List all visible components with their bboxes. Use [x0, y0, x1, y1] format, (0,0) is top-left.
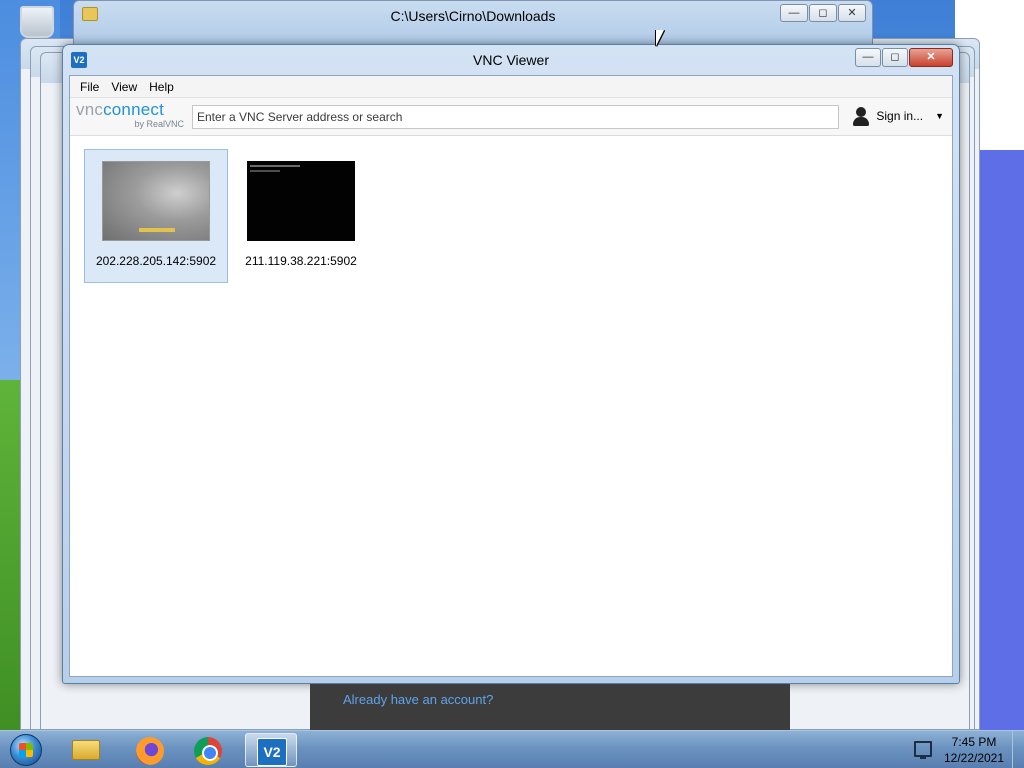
maximize-button[interactable]: ◻: [882, 48, 908, 67]
connection-address: 202.228.205.142:5902: [95, 254, 217, 268]
mouse-cursor-icon: [656, 30, 664, 46]
menu-file[interactable]: File: [74, 80, 105, 94]
logo-vnc-text: vnc: [76, 100, 104, 119]
chevron-down-icon[interactable]: ▼: [935, 111, 944, 121]
clock-time: 7:45 PM: [951, 735, 997, 749]
sign-in-label: Sign in...: [876, 109, 924, 123]
taskbar-firefox-button[interactable]: [124, 733, 176, 767]
connection-address: 211.119.38.221:5902: [245, 254, 357, 268]
connection-tile[interactable]: 202.228.205.142:5902: [84, 149, 228, 283]
explorer-window-title: C:\Users\Cirno\Downloads: [390, 8, 556, 24]
server-address-search-input[interactable]: [192, 105, 839, 129]
close-button[interactable]: ✕: [838, 4, 866, 22]
chrome-icon: [194, 737, 222, 765]
taskbar-chrome-button[interactable]: [182, 733, 234, 767]
clock-date: 12/22/2021: [943, 751, 1005, 765]
vnc-titlebar[interactable]: V2 VNC Viewer — ◻ ✕: [63, 45, 959, 75]
firefox-icon: [136, 737, 164, 765]
vnc-window-title: VNC Viewer: [473, 52, 549, 68]
explorer-window-controls: — ◻ ✕: [780, 4, 866, 22]
system-clock[interactable]: 7:45 PM 12/22/2021: [938, 734, 1010, 766]
vnc-client-area: File View Help vncconnect by RealVNC Sig…: [69, 75, 953, 677]
logo-byline: by RealVNC: [134, 119, 184, 129]
connection-thumbnail: [247, 161, 355, 241]
connection-thumbnail: [102, 161, 210, 241]
recycle-bin-icon[interactable]: [20, 6, 54, 38]
folder-icon: [72, 740, 100, 760]
connection-tile[interactable]: 211.119.38.221:5902: [229, 149, 373, 283]
network-icon[interactable]: [914, 741, 932, 759]
vnc-viewer-window: V2 VNC Viewer — ◻ ✕ File View Help vncco…: [62, 44, 960, 684]
taskbar-vnc-viewer-button[interactable]: V2: [245, 733, 297, 767]
logo-connect-text: connect: [103, 100, 165, 119]
menu-view[interactable]: View: [105, 80, 143, 94]
toolbar: vncconnect by RealVNC Sign in... ▼: [70, 98, 952, 136]
taskbar: V2 7:45 PM 12/22/2021: [0, 730, 1024, 768]
close-button[interactable]: ✕: [909, 48, 953, 67]
sign-in-button[interactable]: Sign in... ▼: [852, 106, 944, 126]
minimize-button[interactable]: —: [855, 48, 881, 67]
menu-help[interactable]: Help: [143, 80, 180, 94]
show-desktop-button[interactable]: [1012, 731, 1024, 768]
vnc-viewer-icon: V2: [257, 738, 287, 766]
start-button[interactable]: [4, 732, 48, 768]
taskbar-explorer-button[interactable]: [60, 733, 112, 767]
maximize-button[interactable]: ◻: [809, 4, 837, 22]
already-have-account-link[interactable]: Already have an account?: [343, 692, 493, 707]
menubar: File View Help: [70, 76, 952, 98]
vnc-connect-logo: vncconnect by RealVNC: [76, 101, 186, 133]
windows-logo-icon: [10, 734, 42, 766]
minimize-button[interactable]: —: [780, 4, 808, 22]
connections-grid: 202.228.205.142:5902 211.119.38.221:5902: [70, 136, 952, 676]
vnc-window-controls: — ◻ ✕: [855, 48, 953, 67]
user-icon: [852, 106, 870, 126]
